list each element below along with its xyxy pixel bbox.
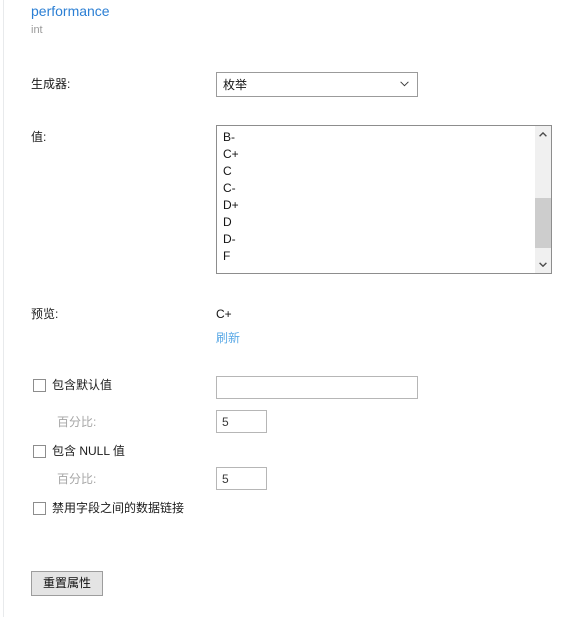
include-null-label: 包含 NULL 值 xyxy=(52,443,125,458)
list-item[interactable]: F xyxy=(223,248,534,265)
checkbox-icon[interactable] xyxy=(33,378,46,392)
list-item[interactable]: C xyxy=(223,163,534,180)
values-listbox[interactable]: B- C+ C C- D+ D D- F xyxy=(216,125,552,274)
list-item[interactable]: C- xyxy=(223,180,534,197)
list-item[interactable]: C+ xyxy=(223,146,534,163)
field-properties-panel: performance int 生成器: 枚举 值: B- C+ C C- D+… xyxy=(0,0,582,617)
null-percent-label: 百分比: xyxy=(57,472,97,486)
preview-value: C+ xyxy=(216,307,232,321)
values-label: 值: xyxy=(31,130,47,144)
page-title: performance xyxy=(31,3,110,19)
include-null-checkbox-row[interactable]: 包含 NULL 值 xyxy=(33,443,125,459)
scrollbar-thumb[interactable] xyxy=(535,198,551,248)
field-type-label: int xyxy=(31,24,43,36)
default-percent-label: 百分比: xyxy=(57,415,97,429)
default-value-input[interactable] xyxy=(216,376,418,399)
preview-label: 预览: xyxy=(31,307,59,321)
chevron-up-icon xyxy=(539,132,547,137)
default-percent-input[interactable] xyxy=(216,410,267,433)
values-listbox-scrollbar[interactable] xyxy=(534,126,551,273)
generator-label: 生成器: xyxy=(31,77,71,91)
include-default-label: 包含默认值 xyxy=(52,377,113,392)
generator-select-value: 枚举 xyxy=(223,78,248,92)
scroll-down-button[interactable] xyxy=(535,256,551,273)
include-default-checkbox-row[interactable]: 包含默认值 xyxy=(33,377,112,393)
list-item[interactable]: D xyxy=(223,214,534,231)
checkbox-icon[interactable] xyxy=(33,501,46,515)
disable-datalink-checkbox-row[interactable]: 禁用字段之间的数据链接 xyxy=(33,500,184,516)
null-percent-input[interactable] xyxy=(216,467,267,490)
generator-select[interactable]: 枚举 xyxy=(216,72,418,97)
values-listbox-items[interactable]: B- C+ C C- D+ D D- F xyxy=(217,126,534,273)
refresh-link[interactable]: 刷新 xyxy=(216,331,240,346)
checkbox-icon[interactable] xyxy=(33,444,46,458)
list-item[interactable]: D+ xyxy=(223,197,534,214)
chevron-down-icon xyxy=(539,262,547,267)
disable-datalink-label: 禁用字段之间的数据链接 xyxy=(52,500,185,515)
list-item[interactable]: D- xyxy=(223,231,534,248)
chevron-down-icon xyxy=(400,81,409,87)
list-item[interactable]: B- xyxy=(223,129,534,146)
reset-properties-button[interactable]: 重置属性 xyxy=(31,571,103,596)
scroll-up-button[interactable] xyxy=(535,126,551,143)
